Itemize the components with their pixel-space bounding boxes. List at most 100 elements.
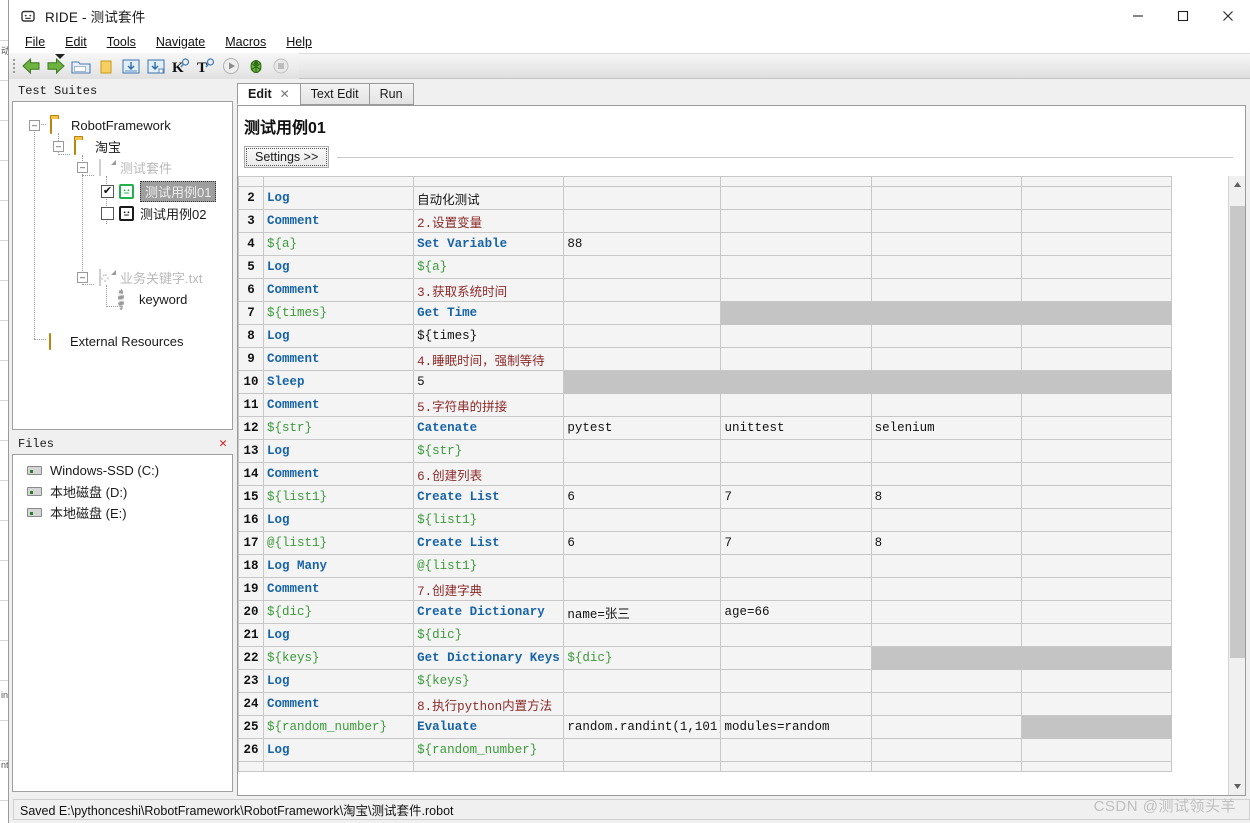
- table-cell[interactable]: [263, 176, 415, 187]
- table-cell[interactable]: ${str}: [263, 416, 415, 440]
- table-cell[interactable]: [870, 692, 1022, 716]
- table-cell[interactable]: 5.字符串的拼接: [413, 393, 565, 417]
- table-cell[interactable]: [563, 669, 722, 693]
- tree-expander[interactable]: –: [77, 161, 88, 173]
- run-icon[interactable]: [218, 54, 243, 78]
- table-row[interactable]: [238, 761, 1173, 772]
- table-cell[interactable]: [870, 462, 1022, 486]
- table-cell[interactable]: [720, 577, 872, 601]
- table-row[interactable]: 10 Sleep 5: [238, 370, 1173, 394]
- table-cell[interactable]: 2.设置变量: [413, 209, 565, 233]
- table-row[interactable]: 26 Log ${random_number}: [238, 738, 1173, 762]
- table-cell[interactable]: Log: [263, 623, 415, 647]
- table-cell[interactable]: ${keys}: [413, 669, 565, 693]
- table-row[interactable]: [238, 176, 1173, 187]
- table-cell[interactable]: 8.执行python内置方法: [413, 692, 565, 716]
- table-cell[interactable]: [1020, 278, 1173, 302]
- menu-file[interactable]: File: [19, 34, 53, 50]
- table-cell[interactable]: ${dic}: [563, 646, 722, 670]
- table-cell[interactable]: [413, 176, 565, 187]
- menu-help[interactable]: Help: [280, 34, 320, 50]
- table-cell[interactable]: [870, 623, 1022, 647]
- table-cell[interactable]: [563, 324, 722, 348]
- table-cell[interactable]: [1020, 554, 1173, 578]
- table-cell[interactable]: @{list1}: [263, 531, 415, 555]
- table-row[interactable]: 22 ${keys} Get Dictionary Keys ${dic}: [238, 646, 1173, 670]
- table-cell[interactable]: [720, 232, 872, 256]
- grid-vertical-scrollbar[interactable]: [1228, 176, 1245, 795]
- table-cell[interactable]: Create Dictionary: [413, 600, 565, 624]
- list-item[interactable]: 本地磁盘 (E:): [13, 502, 232, 523]
- close-icon[interactable]: ✕: [280, 87, 290, 101]
- table-cell[interactable]: [563, 462, 722, 486]
- table-cell[interactable]: [720, 623, 872, 647]
- table-cell[interactable]: [1020, 531, 1173, 555]
- table-cell[interactable]: [1020, 416, 1173, 440]
- table-cell[interactable]: name=张三: [563, 600, 722, 624]
- list-item[interactable]: Windows-SSD (C:): [13, 460, 232, 481]
- scroll-up-button[interactable]: [1229, 176, 1245, 193]
- table-cell[interactable]: modules=random: [720, 715, 872, 739]
- minimize-button[interactable]: [1115, 0, 1160, 31]
- table-cell[interactable]: Comment: [263, 347, 415, 371]
- table-row[interactable]: 14 Comment 6.创建列表: [238, 462, 1173, 486]
- table-cell[interactable]: [720, 347, 872, 371]
- tab-run[interactable]: Run: [368, 83, 414, 105]
- table-cell[interactable]: Evaluate: [413, 715, 565, 739]
- menu-edit[interactable]: Edit: [59, 34, 95, 50]
- table-cell[interactable]: ${times}: [413, 324, 565, 348]
- table-cell[interactable]: 5: [413, 370, 565, 394]
- table-cell[interactable]: [720, 186, 872, 210]
- table-cell[interactable]: ${list1}: [413, 508, 565, 532]
- tree-node-testcase-01[interactable]: ✔ 测试用例01: [101, 180, 217, 202]
- table-cell[interactable]: [720, 738, 872, 762]
- table-cell[interactable]: Log: [263, 669, 415, 693]
- table-cell[interactable]: [1020, 255, 1173, 279]
- table-cell[interactable]: [870, 347, 1022, 371]
- files-close-button[interactable]: ✕: [219, 436, 233, 451]
- table-cell[interactable]: [1020, 577, 1173, 601]
- table-cell[interactable]: [870, 324, 1022, 348]
- table-cell[interactable]: 6: [563, 485, 722, 509]
- table-cell[interactable]: [1020, 462, 1173, 486]
- table-row[interactable]: 6 Comment 3.获取系统时间: [238, 278, 1173, 302]
- table-cell[interactable]: 7: [720, 485, 872, 509]
- table-cell[interactable]: [563, 278, 722, 302]
- table-cell[interactable]: [720, 209, 872, 233]
- table-cell[interactable]: Comment: [263, 278, 415, 302]
- table-cell[interactable]: selenium: [870, 416, 1022, 440]
- table-cell[interactable]: unittest: [720, 416, 872, 440]
- table-cell[interactable]: [563, 176, 722, 187]
- table-cell[interactable]: ${random_number}: [263, 715, 415, 739]
- table-cell[interactable]: [720, 508, 872, 532]
- table-cell[interactable]: [563, 301, 722, 325]
- table-cell[interactable]: @{list1}: [413, 554, 565, 578]
- table-cell[interactable]: [870, 301, 1022, 325]
- table-cell[interactable]: [1020, 232, 1173, 256]
- tree-node-taobao[interactable]: – 淘宝: [53, 137, 121, 155]
- table-cell[interactable]: [870, 255, 1022, 279]
- new-folder-icon[interactable]: [93, 54, 118, 78]
- table-cell[interactable]: [720, 439, 872, 463]
- table-cell[interactable]: [1020, 669, 1173, 693]
- table-cell[interactable]: 7: [720, 531, 872, 555]
- table-cell[interactable]: [1020, 738, 1173, 762]
- search-keyword-icon[interactable]: K: [168, 54, 193, 78]
- table-cell[interactable]: 7.创建字典: [413, 577, 565, 601]
- table-cell[interactable]: [720, 324, 872, 348]
- tree-node-keyword[interactable]: keyword: [118, 288, 187, 310]
- table-cell[interactable]: [720, 301, 872, 325]
- table-cell[interactable]: [720, 462, 872, 486]
- open-folder-icon[interactable]: [68, 54, 93, 78]
- table-cell[interactable]: 88: [563, 232, 722, 256]
- toolbar-overflow-icon[interactable]: [55, 54, 65, 59]
- debug-icon[interactable]: [243, 54, 268, 78]
- table-row[interactable]: 20 ${dic} Create Dictionary name=张三 age=66: [238, 600, 1173, 624]
- back-icon[interactable]: [18, 54, 43, 78]
- table-cell[interactable]: [563, 209, 722, 233]
- table-cell[interactable]: [1020, 186, 1173, 210]
- table-cell[interactable]: [870, 600, 1022, 624]
- table-cell[interactable]: [720, 176, 872, 187]
- table-cell[interactable]: [563, 439, 722, 463]
- table-cell[interactable]: Comment: [263, 209, 415, 233]
